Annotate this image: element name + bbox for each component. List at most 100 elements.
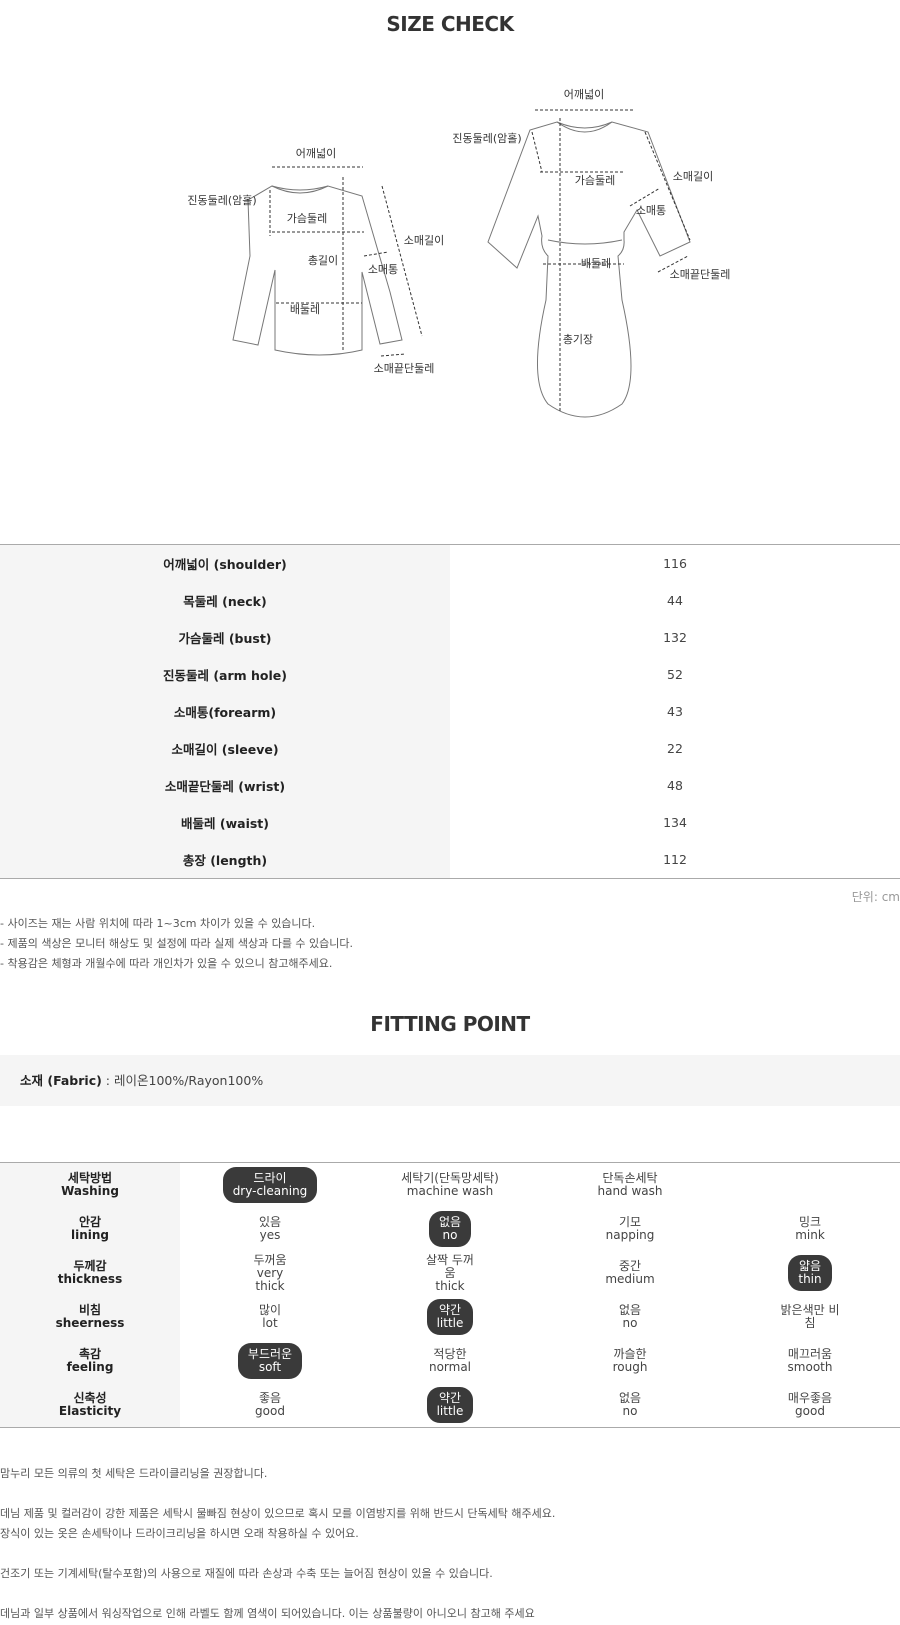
fitting-option-badge: 매끄러움 smooth bbox=[781, 1346, 840, 1376]
fitting-option: 적당한 normal bbox=[360, 1339, 540, 1383]
dress-length-label: 총기장 bbox=[563, 333, 593, 346]
size-row: 진동둘레 (arm hole) 52 bbox=[0, 656, 900, 693]
unit-label: 단위: cm bbox=[851, 890, 900, 904]
size-label: 진동둘레 (arm hole) bbox=[0, 656, 450, 693]
care-note: 맘누리 모든 의류의 첫 세탁은 드라이클리닝을 권장합니다. bbox=[0, 1467, 268, 1480]
care-note: 건조기 또는 기계세탁(탈수포함)의 사용으로 재질에 따라 손상과 수축 또는… bbox=[0, 1567, 493, 1580]
dress-bust-label: 가슴둘레 bbox=[575, 174, 615, 187]
fitting-option-badge: 까슬한 rough bbox=[606, 1346, 655, 1376]
top-forearm-label: 소매통 bbox=[368, 263, 398, 276]
size-note: - 제품의 색상은 모니터 해상도 및 설정에 따라 실제 색상과 다를 수 있… bbox=[0, 937, 354, 950]
size-row: 어깨넓이 (shoulder) 116 bbox=[0, 544, 900, 582]
size-value: 43 bbox=[667, 704, 683, 719]
fitting-option-selected-badge: 부드러운 soft bbox=[237, 1343, 303, 1379]
fitting-option-en: very thick bbox=[255, 1265, 285, 1293]
fitting-option: 없음 no bbox=[360, 1207, 540, 1251]
fitting-option: 약간 little bbox=[360, 1295, 540, 1339]
size-label: 소매길이 (sleeve) bbox=[0, 730, 450, 767]
top-length-label: 총길이 bbox=[308, 254, 338, 267]
fitting-row-label: 두께감 thickness bbox=[0, 1251, 180, 1295]
size-value: 44 bbox=[667, 593, 683, 608]
fitting-option-en: yes bbox=[259, 1228, 281, 1242]
fitting-option-en: machine wash bbox=[406, 1184, 494, 1198]
size-note: - 착용감은 체형과 개월수에 따라 개인차가 있을 수 있으니 참고해주세요. bbox=[0, 957, 333, 970]
size-label: 배둘레 (waist) bbox=[0, 804, 450, 841]
care-note bbox=[0, 1584, 555, 1604]
fabric-row: 소재 (Fabric) : 레이온100%/Rayon100% bbox=[0, 1055, 900, 1106]
fitting-option-en: hand wash bbox=[597, 1184, 663, 1198]
fitting-option-badge: 중간 medium bbox=[598, 1258, 661, 1288]
top-sleeve-label: 소매길이 bbox=[404, 234, 444, 247]
size-row: 배둘레 (waist) 134 bbox=[0, 804, 900, 841]
care-note: 장식이 있는 옷은 손세탁이나 드라이크리닝을 하시면 오래 착용하실 수 있어… bbox=[0, 1527, 359, 1540]
fitting-row-label: 신축성 Elasticity bbox=[0, 1383, 180, 1428]
top-armhole-label: 진동둘레(암홀) bbox=[187, 194, 256, 207]
size-value: 116 bbox=[663, 556, 687, 571]
size-row: 가슴둘레 (bust) 132 bbox=[0, 619, 900, 656]
fitting-row-label: 촉감 feeling bbox=[0, 1339, 180, 1383]
fitting-option-badge: 없음 no bbox=[612, 1302, 648, 1332]
fitting-row: 안감 lining 있음 yes 없음 no 기모 napping 밍크 mink bbox=[0, 1207, 900, 1251]
fitting-option: 까슬한 rough bbox=[540, 1339, 720, 1383]
size-value: 134 bbox=[663, 815, 687, 830]
fitting-option: 밝은색만 비 침 bbox=[720, 1295, 900, 1339]
fitting-option: 살짝 두꺼 움 thick bbox=[360, 1251, 540, 1295]
fitting-row-label: 세탁방법 Washing bbox=[0, 1162, 180, 1207]
fitting-option-badge: 단독손세탁 hand wash bbox=[590, 1170, 669, 1200]
fitting-option-badge: 살짝 두꺼 움 thick bbox=[419, 1252, 481, 1295]
fitting-option-ko: 두꺼움 bbox=[253, 1252, 287, 1267]
size-label: 소매끝단둘레 (wrist) bbox=[0, 767, 450, 804]
fitting-option: 매끄러움 smooth bbox=[720, 1339, 900, 1383]
fitting-option: 단독손세탁 hand wash bbox=[540, 1163, 720, 1208]
fitting-option-badge: 많이 lot bbox=[252, 1302, 288, 1332]
size-row: 소매길이 (sleeve) 22 bbox=[0, 730, 900, 767]
garment-size-diagram: 어깨넓이 진동둘레(암홀) 가슴둘레 총길이 소매통 소매길이 배둘레 소매끝단… bbox=[187, 88, 731, 418]
fitting-option: 없음 no bbox=[540, 1295, 720, 1339]
fitting-option-selected-badge: 얇음 thin bbox=[788, 1255, 832, 1291]
fitting-option-en: mink bbox=[795, 1228, 825, 1242]
size-value: 112 bbox=[663, 852, 687, 867]
fabric-label: 소재 (Fabric) bbox=[20, 1073, 102, 1088]
dress-wrist-label: 소매끝단둘레 bbox=[670, 268, 731, 281]
size-note: - 사이즈는 재는 사람 위치에 따라 1~3cm 차이가 있을 수 있습니다. bbox=[0, 917, 316, 930]
fitting-option-badge: 매우좋음 good bbox=[781, 1390, 839, 1420]
fitting-option-en: lot bbox=[262, 1316, 278, 1330]
fitting-row: 두께감 thickness 두꺼움 very thick 살짝 두꺼 움 thick 중간 m… bbox=[0, 1251, 900, 1295]
fitting-option: 매우좋음 good bbox=[720, 1383, 900, 1428]
fitting-option-badge: 밍크 mink bbox=[788, 1214, 832, 1244]
fitting-option bbox=[720, 1163, 900, 1208]
top-shoulder-label: 어깨넓이 bbox=[296, 147, 336, 160]
fitting-option-ko: 밝은색만 비 침 bbox=[780, 1303, 840, 1330]
fitting-option: 있음 yes bbox=[180, 1207, 360, 1251]
dress-shoulder-label: 어깨넓이 bbox=[564, 88, 604, 101]
size-label: 총장 (length) bbox=[0, 841, 450, 879]
dress-armhole-label: 진동둘레(암홀) bbox=[452, 132, 521, 145]
dress-sleeve-label: 소매길이 bbox=[673, 170, 713, 183]
fitting-option-badge: 없음 no bbox=[612, 1390, 648, 1420]
size-value: 52 bbox=[667, 667, 683, 682]
fitting-option: 드라이 dry-cleaning bbox=[180, 1163, 360, 1208]
fitting-option-badge: 두꺼움 very thick bbox=[246, 1252, 293, 1295]
size-row: 소매끝단둘레 (wrist) 48 bbox=[0, 767, 900, 804]
fitting-option-en: thick bbox=[435, 1278, 465, 1293]
fitting-option-selected-badge: 약간 little bbox=[426, 1299, 474, 1335]
fitting-table: 세탁방법 Washing 드라이 dry-cleaning 세탁기(단독망세탁) mach… bbox=[0, 1162, 900, 1428]
fitting-option-en: normal bbox=[428, 1360, 472, 1374]
size-label: 어깨넓이 (shoulder) bbox=[0, 544, 450, 582]
dress-waist-label: 배둘레 bbox=[581, 257, 611, 270]
fitting-option-en: no bbox=[622, 1316, 638, 1330]
size-value: 22 bbox=[667, 741, 683, 756]
care-note: 데님과 일부 상품에서 워싱작업으로 인해 라벨도 함께 염색이 되어있습니다.… bbox=[0, 1607, 535, 1620]
fitting-option-en: soft bbox=[258, 1360, 282, 1374]
fitting-option-badge: 좋음 good bbox=[248, 1390, 292, 1420]
fabric-value: : 레이온100%/Rayon100% bbox=[101, 1073, 264, 1088]
fitting-option: 없음 no bbox=[540, 1383, 720, 1428]
fitting-option-selected-badge: 약간 little bbox=[426, 1387, 474, 1423]
fitting-option-en: no bbox=[442, 1228, 458, 1242]
fitting-option: 중간 medium bbox=[540, 1251, 720, 1295]
fitting-option-ko: 살짝 두꺼 움 bbox=[426, 1252, 474, 1280]
fitting-row-label-en: feeling bbox=[66, 1360, 114, 1374]
fitting-option-en: thin bbox=[798, 1272, 822, 1286]
fitting-option: 얇음 thin bbox=[720, 1251, 900, 1295]
fitting-option: 밍크 mink bbox=[720, 1207, 900, 1251]
